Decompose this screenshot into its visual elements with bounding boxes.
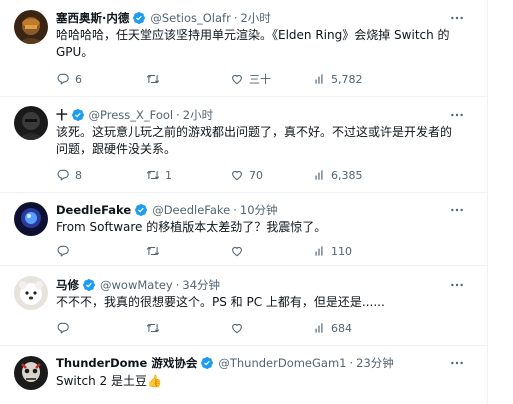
user-handle[interactable]: @DeedleFake [152, 201, 230, 219]
tweet-text: 该死。这玩意儿玩之前的游戏都出问题了，真不好。不过这或许是开发者的问题，跟硬件没… [56, 125, 453, 156]
avatar[interactable] [14, 202, 48, 236]
retweet-count: 1 [165, 168, 172, 182]
more-icon[interactable] [448, 9, 466, 27]
like-button[interactable]: 70 [230, 166, 263, 184]
reply-icon [56, 72, 70, 86]
like-button[interactable]: 三十 [230, 70, 271, 88]
separator-dot: · [233, 203, 237, 217]
display-name[interactable]: 塞西奥斯·内德 [56, 9, 129, 27]
verified-badge-icon [200, 356, 214, 370]
tweet-header: 马修 @wowMatey · 34分钟 [56, 276, 448, 294]
reply-icon [56, 321, 70, 335]
more-icon[interactable] [448, 276, 466, 294]
verified-badge-icon [71, 108, 85, 122]
like-count: 三十 [249, 73, 271, 86]
tweet-5[interactable]: ThunderDome 游戏协会 @ThunderDomeGam1 · 23分钟… [0, 346, 488, 404]
action-bar: 8 1 70 6,385 [56, 166, 396, 184]
retweet-icon [146, 244, 160, 258]
more-icon[interactable] [448, 354, 466, 372]
like-count: 70 [249, 168, 263, 182]
views-button[interactable]: 110 [312, 242, 352, 260]
reply-button[interactable] [56, 319, 75, 337]
action-bar: 684 [56, 319, 396, 337]
action-bar: 110 [56, 242, 396, 260]
tweet-2[interactable]: 十 @Press_X_Fool · 2小时 该死。这玩意儿玩之前的游戏都出问题了… [0, 97, 488, 193]
timestamp[interactable]: 10分钟 [240, 201, 278, 219]
like-icon [230, 168, 244, 182]
tweet-header: ThunderDome 游戏协会 @ThunderDomeGam1 · 23分钟 [56, 354, 448, 372]
user-handle[interactable]: @wowMatey [100, 276, 173, 294]
timestamp[interactable]: 2小时 [240, 9, 270, 27]
like-icon [230, 244, 244, 258]
retweet-button[interactable] [146, 70, 165, 88]
retweet-icon [146, 321, 160, 335]
reply-count: 8 [75, 168, 82, 182]
like-button[interactable] [230, 319, 249, 337]
timestamp[interactable]: 34分钟 [182, 276, 220, 294]
reply-button[interactable]: 6 [56, 70, 82, 88]
display-name[interactable]: DeedleFake [56, 201, 131, 219]
like-button[interactable] [230, 242, 249, 260]
more-icon[interactable] [448, 201, 466, 219]
separator-dot: · [349, 356, 354, 370]
like-icon [230, 72, 244, 86]
reply-icon [56, 244, 70, 258]
view-count: 110 [331, 244, 352, 258]
view-count: 5,782 [331, 72, 363, 86]
verified-badge-icon [132, 11, 146, 25]
avatar[interactable] [14, 106, 48, 140]
avatar[interactable] [14, 356, 48, 390]
display-name[interactable]: 十 [56, 106, 68, 124]
like-icon [230, 321, 244, 335]
views-button[interactable]: 6,385 [312, 166, 363, 184]
retweet-icon [146, 168, 160, 182]
retweet-button[interactable] [146, 319, 165, 337]
timeline: 塞西奥斯·内德 @Setios_Olafr · 2小时 哈哈哈哈，任天堂应该坚持… [0, 0, 513, 404]
display-name[interactable]: 马修 [56, 276, 79, 294]
tweet-header: DeedleFake @DeedleFake · 10分钟 [56, 201, 448, 219]
verified-badge-icon [82, 278, 96, 292]
timestamp[interactable]: 2小时 [183, 106, 213, 124]
user-handle[interactable]: @ThunderDomeGam1 [218, 354, 346, 372]
separator-dot: · [176, 108, 180, 122]
views-icon [312, 168, 326, 182]
reply-icon [56, 168, 70, 182]
avatar[interactable] [14, 276, 48, 310]
reply-button[interactable] [56, 242, 75, 260]
retweet-icon [146, 72, 160, 86]
action-bar: 6 三十 5,782 [56, 70, 396, 88]
display-name[interactable]: ThunderDome 游戏协会 [56, 354, 197, 372]
reply-count: 6 [75, 72, 82, 86]
views-button[interactable]: 684 [312, 319, 352, 337]
views-icon [312, 72, 326, 86]
views-icon [312, 321, 326, 335]
views-button[interactable]: 5,782 [312, 70, 363, 88]
verified-badge-icon [134, 203, 148, 217]
more-icon[interactable] [448, 106, 466, 124]
reply-button[interactable]: 8 [56, 166, 82, 184]
tweet-4[interactable]: 马修 @wowMatey · 34分钟 不不不，我真的很想要这个。PS 和 PC… [0, 266, 488, 346]
tweet-header: 塞西奥斯·内德 @Setios_Olafr · 2小时 [56, 9, 448, 27]
tweet-text: 哈哈哈哈，任天堂应该坚持用单元渲染。《Elden Ring》会烧掉 Switch… [56, 28, 450, 59]
tweet-1[interactable]: 塞西奥斯·内德 @Setios_Olafr · 2小时 哈哈哈哈，任天堂应该坚持… [0, 0, 488, 97]
user-handle[interactable]: @Press_X_Fool [89, 106, 174, 124]
avatar[interactable] [14, 10, 48, 44]
view-count: 684 [331, 321, 352, 335]
tweet-header: 十 @Press_X_Fool · 2小时 [56, 106, 448, 124]
tweet-text: Switch 2 是土豆👍 [56, 374, 162, 388]
timestamp[interactable]: 23分钟 [356, 354, 394, 372]
separator-dot: · [233, 11, 238, 25]
view-count: 6,385 [331, 168, 363, 182]
separator-dot: · [175, 278, 180, 292]
tweet-text: From Software 的移植版本太差劲了？我震惊了。 [56, 220, 327, 234]
views-icon [312, 244, 326, 258]
tweet-3[interactable]: DeedleFake @DeedleFake · 10分钟 From Softw… [0, 193, 488, 266]
tweet-text: 不不不，我真的很想要这个。PS 和 PC 上都有，但是还是...... [56, 295, 385, 309]
retweet-button[interactable] [146, 242, 165, 260]
retweet-button[interactable]: 1 [146, 166, 172, 184]
user-handle[interactable]: @Setios_Olafr [150, 9, 230, 27]
